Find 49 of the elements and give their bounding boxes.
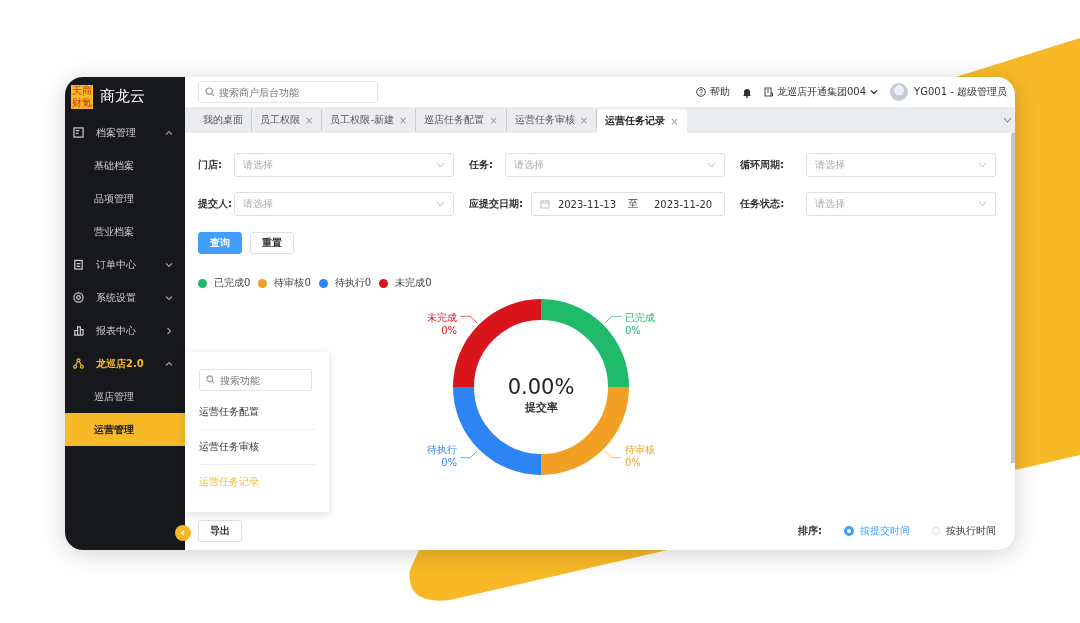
- legend-label: 未完成0: [395, 276, 432, 290]
- search-field[interactable]: 搜索功能: [199, 369, 312, 391]
- organization-dropdown[interactable]: 龙巡店开通集团004: [764, 85, 879, 99]
- tab[interactable]: 员工权限-新建 ×: [322, 109, 417, 131]
- date-range-field[interactable]: 2023-11-13 至 2023-11-20: [530, 192, 726, 216]
- user-name[interactable]: YG001 - 超级管理员: [914, 85, 1007, 99]
- sidebar-subitem[interactable]: 运营管理: [65, 413, 185, 446]
- menu-item[interactable]: 运营任务配置: [199, 395, 315, 430]
- sidebar-item[interactable]: 档案管理: [65, 116, 185, 149]
- sidebar-subitem[interactable]: 品项管理: [65, 182, 185, 215]
- sidebar-subitem[interactable]: 基础档案: [65, 149, 185, 182]
- segment-label: 待执行: [426, 444, 457, 455]
- field-label: 应提交日期:: [468, 197, 523, 211]
- sidebar-item[interactable]: 订单中心: [65, 248, 185, 281]
- segment-label: 待审核: [624, 444, 655, 455]
- app-title: 商龙云: [100, 87, 145, 106]
- sidebar-item[interactable]: 报表中心: [65, 314, 185, 347]
- rate-value: 0.00%: [507, 375, 574, 399]
- reset-button[interactable]: 重置: [250, 232, 294, 254]
- tab[interactable]: 我的桌面: [195, 109, 252, 131]
- menu-item[interactable]: 运营任务审核: [199, 430, 315, 465]
- segment-percent: 0%: [624, 325, 641, 336]
- segment-label: 未完成: [426, 312, 457, 323]
- tab[interactable]: 员工权限 ×: [252, 109, 323, 131]
- legend-label: 已完成0: [214, 276, 251, 290]
- search-field[interactable]: 搜索商户后台功能: [198, 81, 378, 103]
- sidebar-item[interactable]: 系统设置: [65, 281, 185, 314]
- legend-label: 待审核0: [274, 276, 311, 290]
- radio-option[interactable]: 按执行时间: [932, 524, 996, 538]
- rate-label: 提交率: [524, 401, 557, 414]
- logo-icon: 天商财氪: [71, 84, 93, 109]
- export-button[interactable]: 导出: [198, 520, 242, 542]
- segment-label: 已完成: [624, 312, 655, 323]
- sidebar-subitem[interactable]: 营业档案: [65, 215, 185, 248]
- field-label: 提交人:: [198, 197, 233, 211]
- legend-label: 待执行0: [334, 276, 372, 290]
- field-label: 任务状态:: [740, 197, 786, 211]
- segment-percent: 0%: [440, 325, 457, 336]
- sort-label: 排序:: [798, 524, 822, 538]
- segment-percent: 0%: [624, 457, 641, 468]
- sidebar-item[interactable]: 龙巡店2.0: [65, 347, 185, 380]
- tab[interactable]: 巡店任务配置 ×: [416, 109, 507, 131]
- sidebar-subitem[interactable]: 巡店管理: [65, 380, 185, 413]
- field-label: 循环周期:: [740, 158, 785, 172]
- help-link[interactable]: 帮助: [696, 85, 730, 99]
- field-label: 任务:: [469, 158, 494, 172]
- tab[interactable]: 运营任务记录 ×: [597, 109, 687, 133]
- field-label: 门店:: [198, 158, 223, 172]
- segment-percent: 0%: [440, 457, 457, 468]
